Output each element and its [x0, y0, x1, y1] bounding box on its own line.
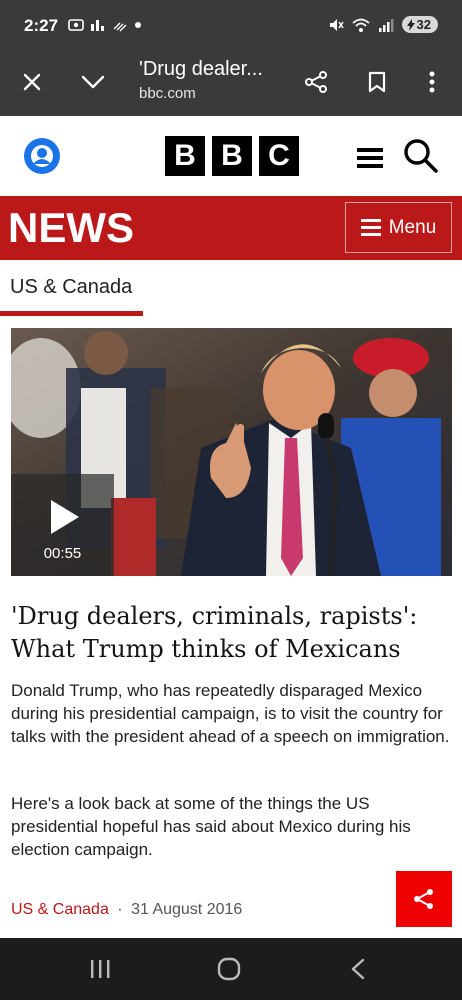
home-button[interactable]: [209, 952, 249, 986]
video-duration: 00:55: [43, 545, 82, 562]
status-right-icons: 32: [328, 16, 438, 33]
page-url: bbc.com: [139, 85, 196, 102]
share-article-button[interactable]: [396, 871, 452, 927]
share-page-button[interactable]: [296, 62, 336, 102]
signal-icon: [378, 18, 394, 32]
play-icon: [51, 500, 79, 534]
play-button[interactable]: 00:55: [11, 474, 114, 576]
page-title: 'Drug dealer...: [139, 58, 263, 80]
article-summary: Donald Trump, who has repeatedly dispara…: [11, 681, 450, 746]
video-player[interactable]: 00:55: [11, 328, 452, 576]
hamburger-icon[interactable]: [357, 147, 383, 169]
menu-button[interactable]: Menu: [345, 202, 452, 253]
article-meta: US & Canada · 31 August 2016: [11, 901, 242, 919]
account-icon[interactable]: [22, 136, 62, 176]
system-nav-bar: [0, 938, 462, 1000]
section-tab[interactable]: US & Canada: [10, 276, 132, 299]
more-options-button[interactable]: [412, 62, 452, 102]
status-bar: 2:27 32: [0, 0, 462, 48]
share-icon: [414, 889, 433, 909]
bookmark-button[interactable]: [357, 62, 397, 102]
wifi-calling-icon: [113, 22, 127, 32]
section-tab-underline: [0, 311, 143, 316]
charging-icon: [406, 18, 415, 31]
article-body: Here's a look back at some of the things…: [11, 794, 411, 859]
recents-icon: [91, 960, 110, 978]
bbc-logo-letter: B: [212, 136, 252, 176]
bbc-logo-letter: C: [259, 136, 299, 176]
screenshot-icon: [68, 19, 84, 31]
bbc-logo-letter: B: [165, 136, 205, 176]
news-title[interactable]: NEWS: [8, 204, 134, 252]
back-icon: [351, 958, 365, 980]
bbc-header: B B C: [0, 116, 462, 196]
more-icon: [429, 71, 435, 93]
search-icon[interactable]: [403, 138, 439, 174]
mute-icon: [329, 18, 344, 31]
dot-icon: [135, 22, 141, 28]
article-headline: 'Drug dealers, criminals, rapists': What…: [11, 602, 418, 663]
meta-separator: ·: [117, 901, 123, 918]
status-left-icons: [68, 18, 142, 32]
recents-button[interactable]: [80, 952, 120, 986]
news-bar: NEWS Menu: [0, 196, 462, 260]
hamburger-icon: [360, 219, 381, 236]
close-icon: [23, 73, 41, 91]
back-button[interactable]: [338, 952, 378, 986]
bbc-logo[interactable]: B B C: [165, 136, 299, 176]
minimize-button[interactable]: [73, 62, 113, 102]
bookmark-icon: [368, 71, 386, 93]
home-icon: [217, 957, 241, 981]
battery-indicator: 32: [401, 16, 438, 33]
browser-toolbar: 'Drug dealer... bbc.com: [0, 48, 462, 116]
battery-level: 32: [416, 17, 431, 32]
meta-section-link[interactable]: US & Canada: [11, 901, 109, 918]
menu-label: Menu: [388, 216, 437, 238]
close-tab-button[interactable]: [12, 62, 52, 102]
chart-icon: [91, 20, 104, 31]
wifi-icon: [351, 18, 370, 32]
meta-date: 31 August 2016: [131, 901, 243, 918]
status-time: 2:27: [24, 16, 59, 35]
share-icon: [305, 71, 327, 93]
chevron-down-icon: [81, 75, 105, 89]
